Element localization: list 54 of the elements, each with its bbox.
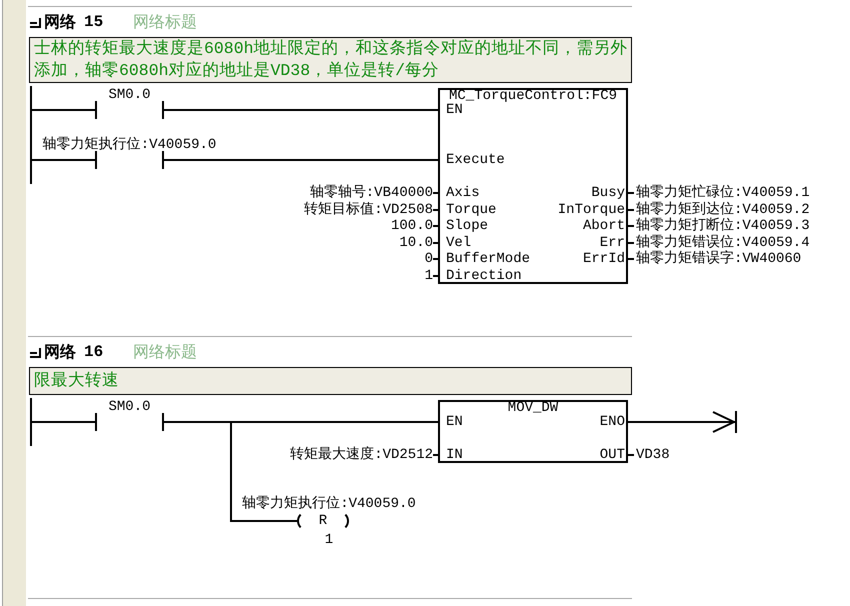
pin-label: Abort (582, 219, 625, 233)
pin-label: BufferMode (446, 252, 530, 266)
pin-label: Direction (446, 269, 522, 283)
network-label: 网络 (44, 342, 76, 362)
pin-label: ENO (600, 415, 625, 429)
bit-count: 1 (324, 533, 334, 547)
operand-label: 轴零轴号:VB40000 (310, 186, 433, 200)
collapse-icon[interactable] (30, 348, 41, 358)
operand-label: 轴零力矩忙碌位:V40059.1 (636, 186, 810, 200)
pin-label: EN (446, 103, 463, 117)
operand-label: SM0.0 (108, 88, 150, 102)
pin-label: Execute (446, 153, 505, 167)
operand-label: 轴零力矩执行位:V40059.0 (242, 497, 416, 511)
pin-label: Slope (446, 219, 488, 233)
network-number: 16 (84, 343, 104, 361)
operand-label: 100.0 (390, 219, 433, 233)
pin-label: Busy (591, 186, 625, 200)
pin-label: ErrId (582, 252, 625, 266)
operand-label: 转矩最大速度:VD2512 (290, 448, 433, 462)
pin-label: Torque (446, 203, 496, 217)
network-label: 网络 (44, 12, 76, 32)
operand-label: SM0.0 (108, 400, 150, 414)
pin-label: EN (446, 415, 463, 429)
block-title: MOV_DW (508, 401, 558, 415)
contact-icon (95, 151, 164, 169)
pin-label: Err (600, 236, 625, 250)
network-title: 网络标题 (133, 12, 198, 32)
network-number: 15 (84, 13, 104, 31)
operand-label: 1 (424, 269, 433, 283)
operand-label: 轴零力矩打断位:V40059.3 (636, 219, 810, 233)
collapse-icon[interactable] (30, 18, 41, 28)
operand-label: 轴零力矩执行位:V40059.0 (42, 138, 216, 152)
pin-label: IN (446, 448, 463, 462)
network-comment: 士林的转矩最大速度是6080h地址限定的，和这条指令对应的地址不同，需另外添加，轴零6080h对应的地址是VD38，单位是转/每分 (34, 38, 629, 82)
wire (32, 109, 95, 111)
operand-label: 轴零力矩错误字:VW40060 (636, 252, 802, 266)
pin-label: Axis (446, 186, 480, 200)
contact-icon (95, 413, 164, 431)
operand-label: 10.0 (399, 236, 433, 250)
block-title: MC_TorqueControl:FC9 (448, 89, 618, 103)
wire (32, 421, 95, 423)
pin-label: InTorque (558, 203, 625, 217)
operand-label: 0 (424, 252, 433, 266)
pin-label: Vel (446, 236, 472, 250)
operand-label: VD38 (636, 448, 670, 462)
pin-label: OUT (600, 448, 625, 462)
operand-label: 轴零力矩到达位:V40059.2 (636, 203, 810, 217)
reset-coil: R (297, 511, 349, 531)
contact-icon (95, 101, 164, 119)
wire (32, 159, 95, 161)
operand-label: 轴零力矩错误位:V40059.4 (636, 236, 810, 250)
network-comment: 限最大转速 (34, 370, 119, 392)
operand-label: 转矩目标值:VD2508 (304, 203, 433, 217)
network-title: 网络标题 (133, 342, 198, 362)
